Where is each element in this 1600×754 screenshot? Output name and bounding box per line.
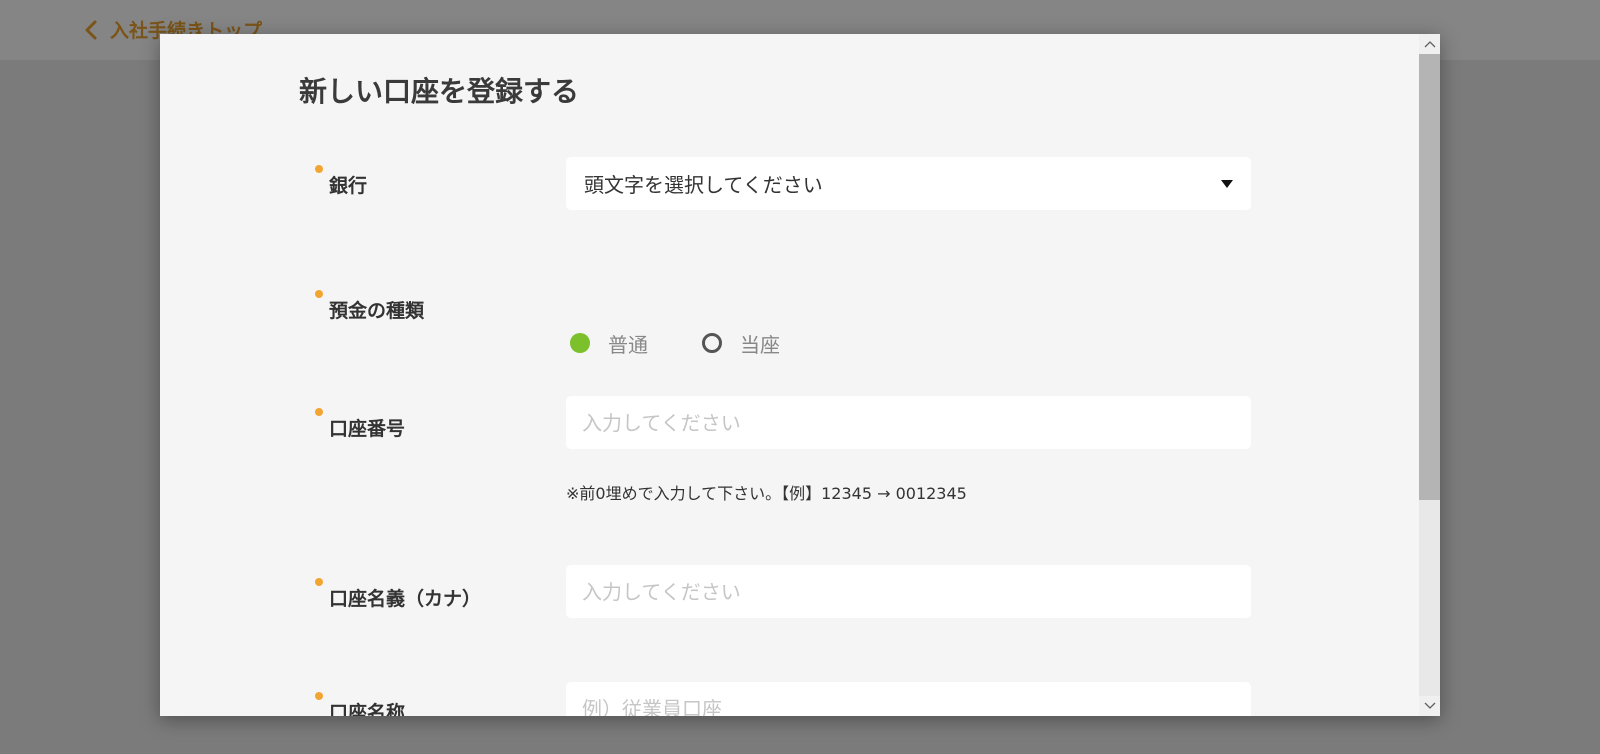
radio-label: 普通 bbox=[608, 332, 648, 357]
account-name-input[interactable] bbox=[566, 682, 1251, 716]
deposit-type-checking-radio[interactable]: 当座 bbox=[702, 329, 780, 358]
deposit-type-label: 預金の種類 bbox=[329, 300, 425, 322]
required-indicator bbox=[315, 408, 323, 416]
bank-label: 銀行 bbox=[329, 175, 368, 197]
radio-checked-icon bbox=[570, 333, 590, 353]
chevron-left-icon bbox=[85, 20, 97, 39]
scroll-thumb[interactable] bbox=[1419, 54, 1440, 500]
account-holder-kana-label: 口座名義（カナ） bbox=[329, 588, 482, 610]
required-indicator bbox=[315, 165, 323, 173]
bank-select[interactable]: 頭文字を選択してください bbox=[566, 157, 1251, 210]
account-number-label: 口座番号 bbox=[329, 418, 406, 440]
account-number-input[interactable] bbox=[566, 396, 1251, 449]
register-account-modal: 新しい口座を登録する 銀行 頭文字を選択してください 預金の種類 普通 当座 口… bbox=[160, 34, 1440, 716]
required-indicator bbox=[315, 692, 323, 700]
radio-unchecked-icon bbox=[702, 333, 722, 353]
chevron-down-icon bbox=[1424, 702, 1435, 709]
account-holder-kana-input[interactable] bbox=[566, 565, 1251, 618]
chevron-up-icon bbox=[1424, 41, 1435, 48]
radio-label: 当座 bbox=[740, 332, 780, 357]
required-indicator bbox=[315, 290, 323, 298]
account-number-hint: ※前0埋めで入力して下さい。【例】12345 → 0012345 bbox=[566, 484, 967, 503]
modal-scrollbar[interactable] bbox=[1419, 34, 1440, 716]
scroll-up-button[interactable] bbox=[1419, 34, 1440, 54]
scroll-down-button[interactable] bbox=[1419, 696, 1440, 716]
modal-content: 新しい口座を登録する 銀行 頭文字を選択してください 預金の種類 普通 当座 口… bbox=[160, 34, 1419, 716]
deposit-type-radio-group: 普通 当座 bbox=[570, 329, 834, 358]
bank-select-value: 頭文字を選択してください bbox=[584, 173, 823, 197]
deposit-type-ordinary-radio[interactable]: 普通 bbox=[570, 329, 648, 358]
account-name-label: 口座名称 bbox=[329, 702, 406, 716]
required-indicator bbox=[315, 578, 323, 586]
caret-down-icon bbox=[1221, 179, 1233, 188]
modal-title: 新しい口座を登録する bbox=[299, 75, 580, 108]
